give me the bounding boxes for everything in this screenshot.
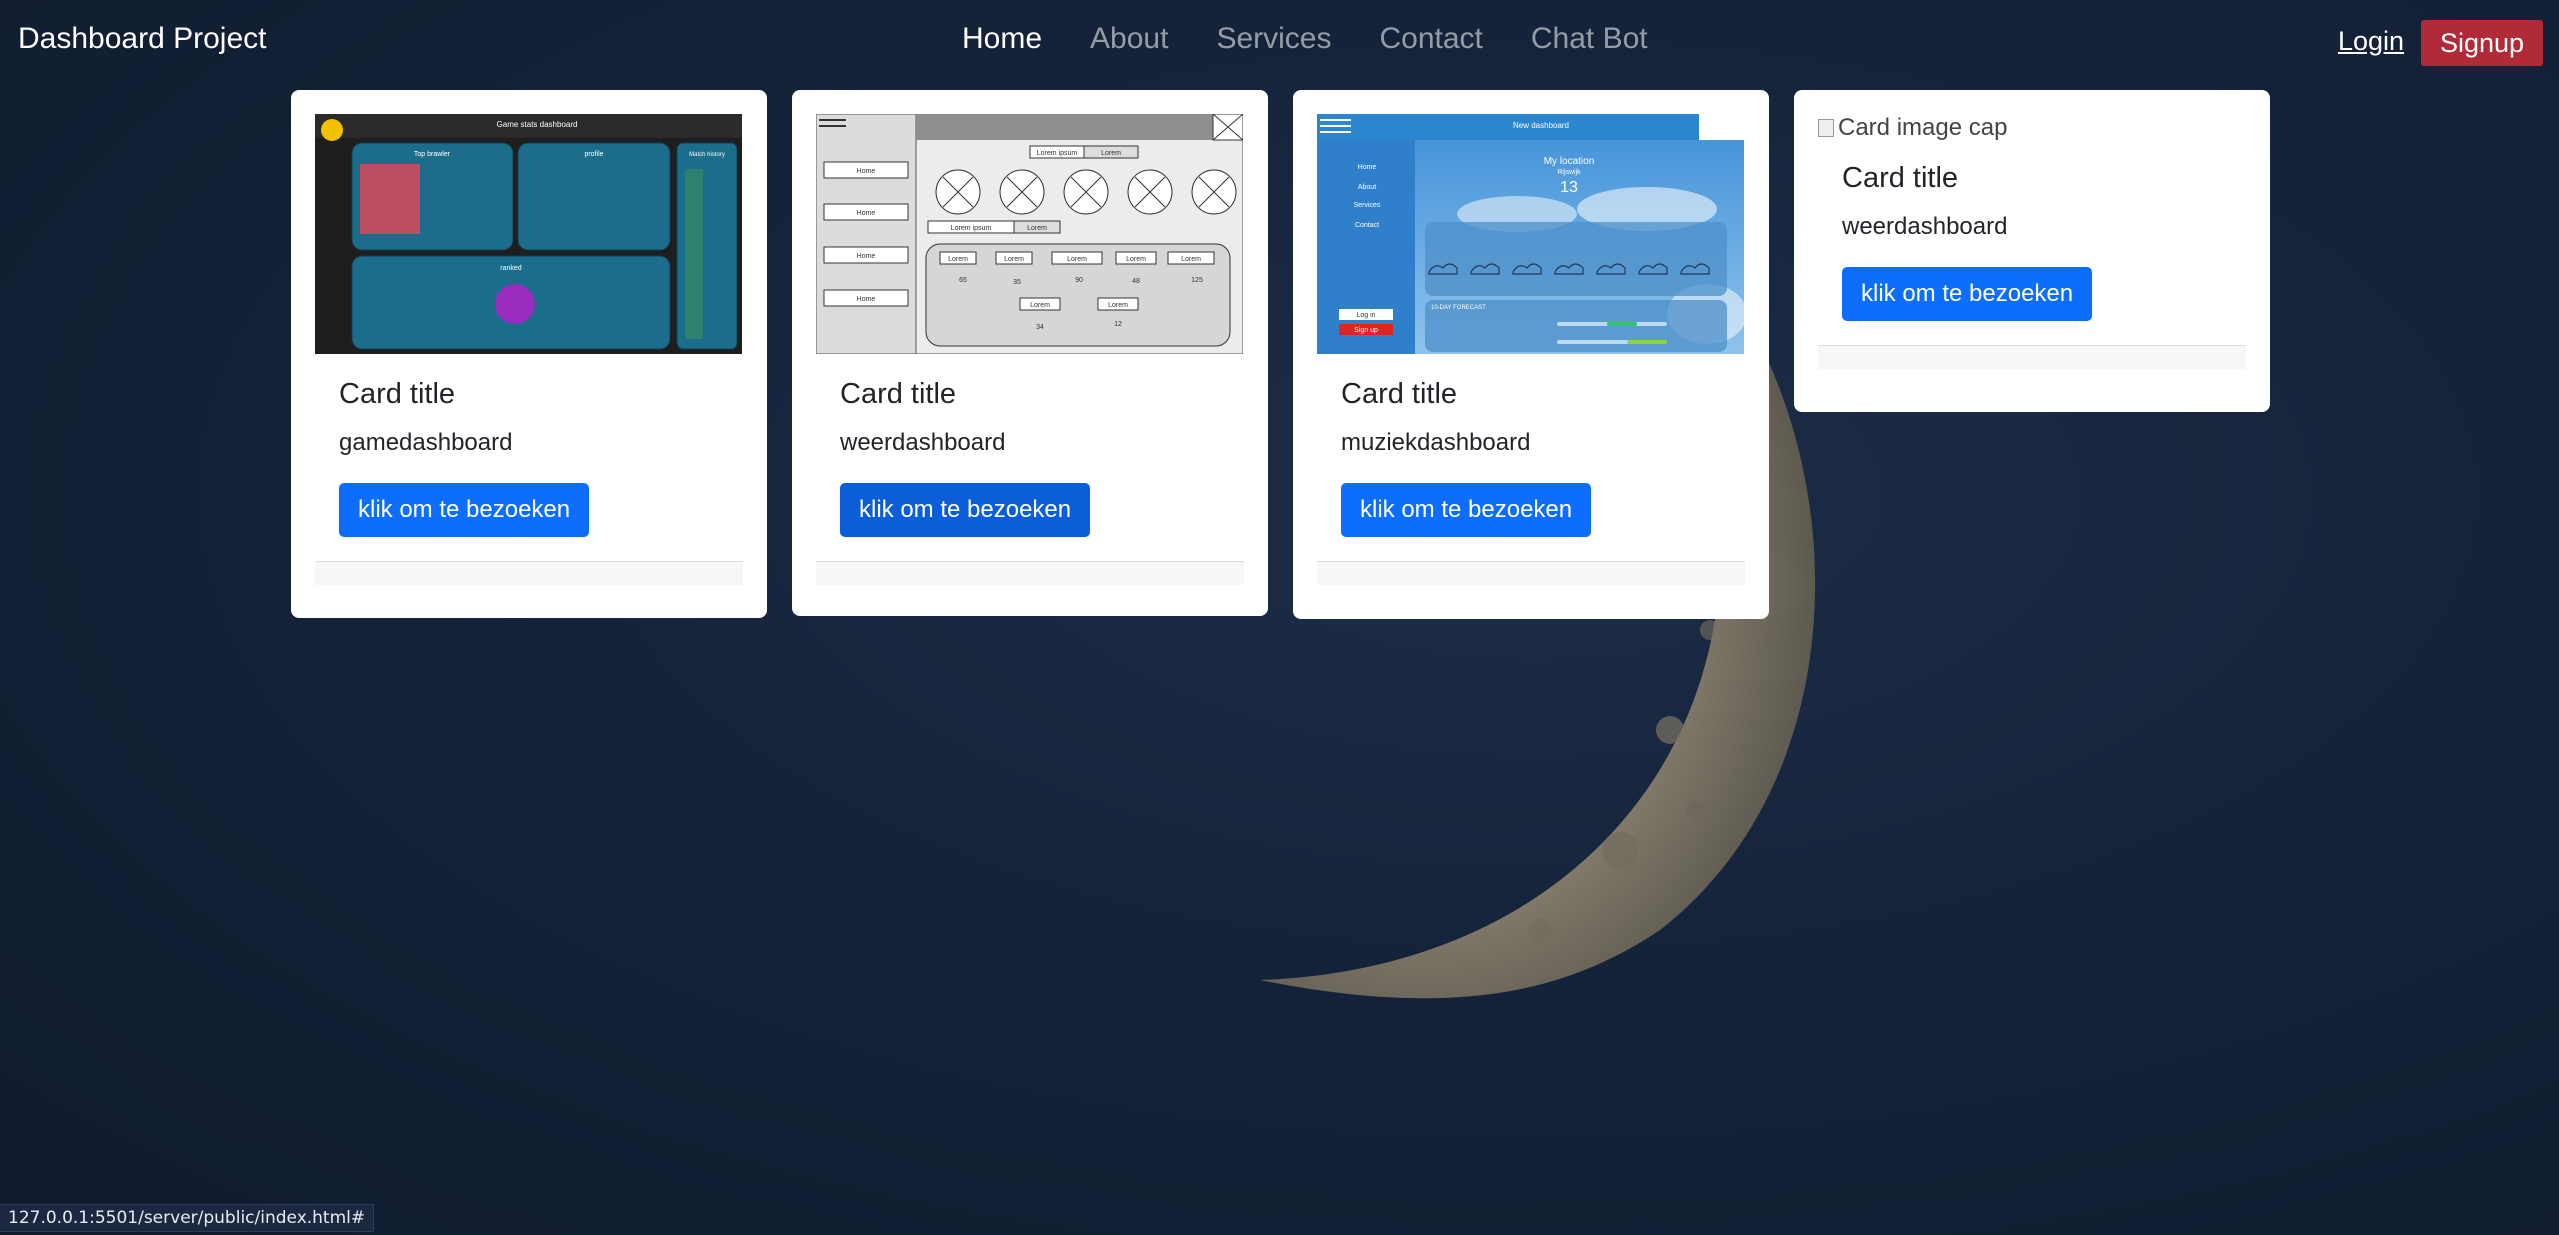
preview-temp: 13 [1560, 179, 1578, 196]
preview-header: Game stats dashboard [497, 120, 578, 129]
card-footer [1317, 561, 1745, 585]
preview-menu-4: Contact [1355, 222, 1379, 229]
preview-side-4: Home [857, 296, 876, 303]
card-image-alt: Card image cap [1838, 114, 2008, 141]
preview-row-1: Lorem [948, 256, 968, 263]
preview-panel-3: Match history [689, 152, 725, 158]
card-body: Card title gamedashboard klik om te bezo… [315, 354, 743, 561]
preview-panel-2: profile [584, 151, 603, 158]
card-footer [816, 561, 1244, 585]
preview-row2-2: Lorem [1108, 302, 1128, 309]
preview-row2-1: Lorem [1030, 302, 1050, 309]
preview-menu-1: Home [1358, 164, 1377, 171]
preview-side-3: Home [857, 253, 876, 260]
card-body: Card title weerdashboard klik om te bezo… [1818, 146, 2246, 345]
preview-header: New dashboard [1513, 121, 1569, 130]
card-footer [1818, 345, 2246, 369]
nav-about[interactable]: About [1090, 22, 1168, 55]
preview-val-4: 48 [1132, 278, 1140, 285]
nav-services[interactable]: Services [1216, 22, 1331, 55]
broken-image-icon [1818, 119, 1834, 137]
card-text: gamedashboard [339, 429, 513, 456]
preview-location: My location [1544, 156, 1595, 167]
card-image-gamedashboard: Game stats dashboard Top brawler profile… [315, 114, 742, 354]
browser-status-bar: 127.0.0.1:5501/server/public/index.html# [0, 1204, 375, 1232]
nav-contact[interactable]: Contact [1379, 22, 1482, 55]
preview-signup: Sign up [1354, 327, 1378, 334]
card-title: Card title [840, 378, 957, 410]
card-muziekdashboard: New dashboard Home About Services Contac… [1293, 90, 1769, 619]
preview-row-5: Lorem [1181, 256, 1201, 263]
preview-val-3: 90 [1075, 277, 1083, 284]
preview-panel-4: ranked [500, 265, 522, 272]
card-body: Card title muziekdashboard klik om te be… [1317, 354, 1745, 561]
preview-side-2: Home [857, 210, 876, 217]
nav-home[interactable]: Home [962, 22, 1042, 55]
preview-val-1: 65 [959, 277, 967, 284]
card-gamedashboard: Game stats dashboard Top brawler profile… [291, 90, 767, 618]
card-title: Card title [1842, 162, 1959, 194]
preview-val-5: 125 [1191, 277, 1203, 284]
card-weerdashboard: Home Home Home Home Lorem ipsum Lorem Lo… [792, 90, 1268, 616]
card-footer [315, 561, 743, 585]
preview-side-1: Home [857, 168, 876, 175]
card-image-broken: Card image cap [1818, 110, 2246, 146]
nav-chat-bot[interactable]: Chat Bot [1531, 22, 1648, 55]
card-text: weerdashboard [1842, 213, 2008, 240]
preview-menu-3: Services [1354, 202, 1381, 209]
preview-menu-2: About [1358, 184, 1376, 191]
preview-city: Rijswijk [1557, 169, 1581, 176]
visit-button[interactable]: klik om te bezoeken [339, 483, 590, 537]
card-title: Card title [339, 378, 456, 410]
preview-btn-4: Lorem [1027, 225, 1047, 232]
card-image-weerdashboard: Home Home Home Home Lorem ipsum Lorem Lo… [816, 114, 1243, 354]
card-text: weerdashboard [840, 429, 1006, 456]
preview-row-4: Lorem [1126, 256, 1146, 263]
card-text: muziekdashboard [1341, 429, 1531, 456]
preview-forecast-label: 10-DAY FORECAST [1431, 305, 1486, 311]
preview-row2-val-1: 34 [1036, 324, 1044, 331]
preview-row2-val-2: 12 [1114, 321, 1122, 328]
brand-link[interactable]: Dashboard Project [18, 22, 266, 56]
card-weerdashboard-2: Card image cap Card title weerdashboard … [1794, 90, 2270, 412]
visit-button[interactable]: klik om te bezoeken [840, 483, 1091, 537]
preview-btn-3: Lorem ipsum [951, 225, 992, 232]
signup-button[interactable]: Signup [2421, 20, 2543, 66]
visit-button[interactable]: klik om te bezoeken [1842, 267, 2093, 321]
nav-links: Home About Services Contact Chat Bot [962, 22, 1648, 56]
preview-val-2: 35 [1013, 279, 1021, 286]
card-body: Card title weerdashboard klik om te bezo… [816, 354, 1244, 561]
card-title: Card title [1341, 378, 1458, 410]
preview-btn-1: Lorem ipsum [1037, 150, 1078, 157]
preview-btn-2: Lorem [1101, 150, 1121, 157]
navbar: Dashboard Project Home About Services Co… [0, 0, 2559, 86]
visit-button[interactable]: klik om te bezoeken [1341, 483, 1592, 537]
preview-login: Log in [1356, 312, 1375, 319]
preview-panel-1: Top brawler [414, 151, 451, 158]
card-image-muziekdashboard: New dashboard Home About Services Contac… [1317, 114, 1744, 354]
preview-row-3: Lorem [1067, 256, 1087, 263]
preview-row-2: Lorem [1004, 256, 1024, 263]
login-link[interactable]: Login [2338, 26, 2404, 57]
